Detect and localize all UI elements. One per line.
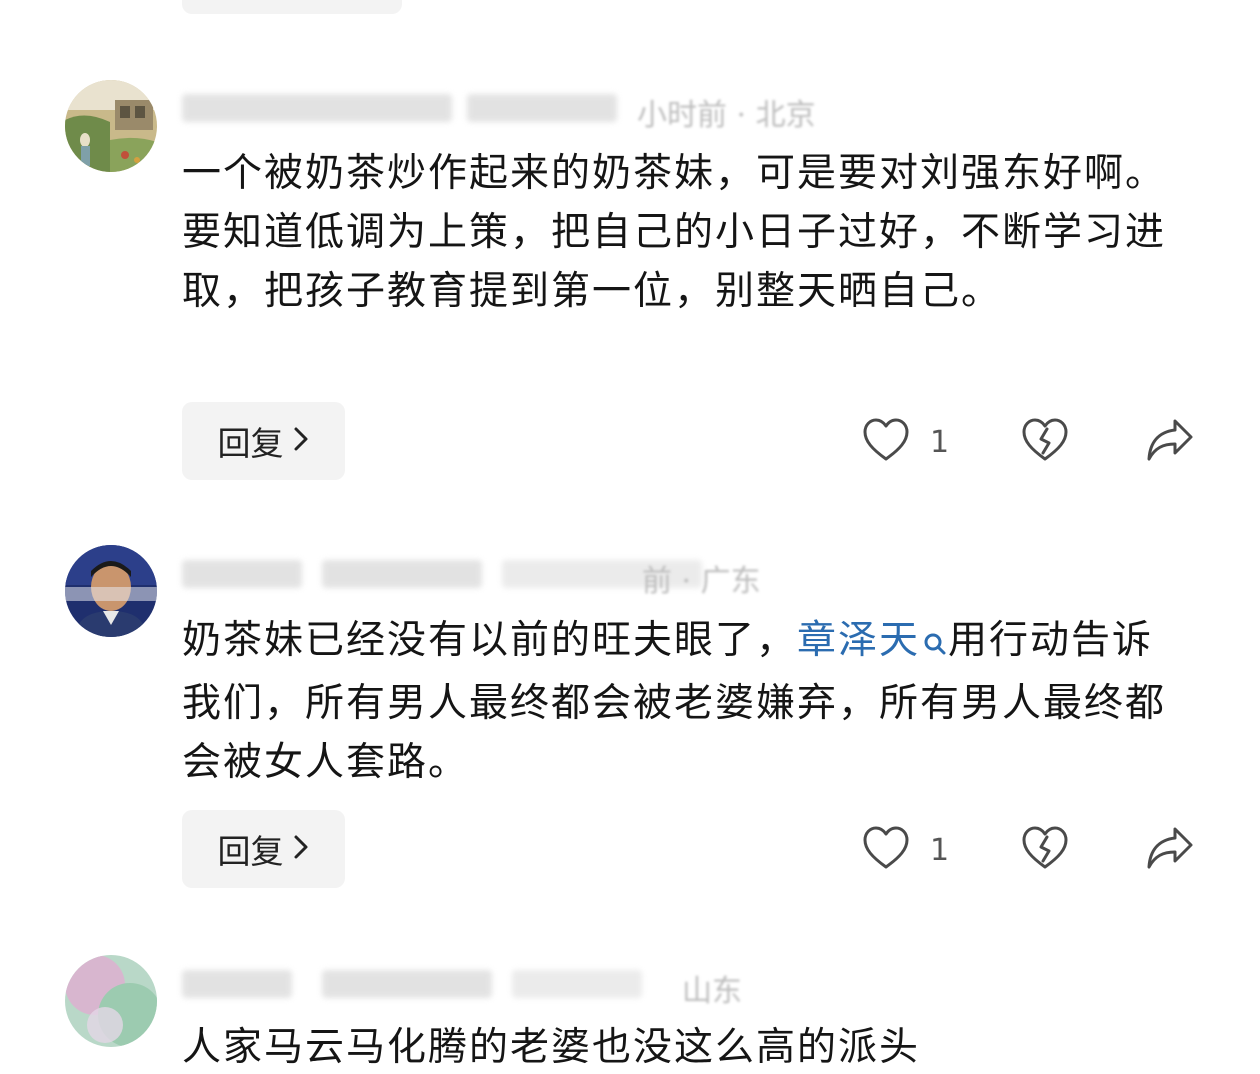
comment-text-part: 奶茶妹已经没有以前的旺夫眼了，	[182, 618, 798, 663]
watermark	[920, 1030, 990, 1066]
meta-time-location: 山东	[682, 974, 742, 1009]
chevron-right-icon	[292, 830, 310, 869]
dislike-button[interactable]	[1021, 825, 1069, 875]
reply-button[interactable]: 回复	[182, 810, 345, 888]
like-count: 1	[930, 424, 950, 460]
broken-heart-icon	[1021, 825, 1069, 875]
comment-meta: 山东 ████ ████	[182, 962, 742, 1009]
share-button[interactable]	[1145, 825, 1195, 875]
like-button[interactable]: 1	[862, 825, 949, 875]
reply-label: 回复	[217, 832, 284, 871]
previous-reply-button[interactable]	[182, 0, 402, 14]
avatar[interactable]	[65, 955, 157, 1047]
like-count: 1	[930, 832, 950, 868]
share-arrow-icon	[1145, 825, 1195, 875]
mention-label: 章泽天	[797, 618, 921, 663]
dislike-button[interactable]	[1021, 417, 1069, 467]
share-arrow-icon	[1145, 417, 1195, 467]
meta-time-location: 小时前 · 北京	[637, 98, 816, 133]
comment-text: 一个被奶茶炒作起来的奶茶妹，可是要对刘强东好啊。要知道低调为上策，把自己的小日子…	[182, 151, 1167, 314]
reply-label: 回复	[217, 424, 284, 463]
meta-time-location: 前 · 广东	[642, 564, 761, 599]
heart-icon	[862, 825, 910, 875]
mention-link[interactable]: 章泽天	[797, 618, 948, 663]
avatar[interactable]	[65, 545, 157, 637]
comment-meta: 前 · 广东 ████ ████	[182, 552, 761, 599]
comment-feed: 小时前 · 北京 █████ ████ 一个被奶茶炒作起来的奶茶妹，可是要对刘强…	[0, 0, 1260, 1074]
reply-button[interactable]: 回复	[182, 402, 345, 480]
chevron-right-icon	[292, 422, 310, 461]
comment-text: 人家马云马化腾的老婆也没这么高的派头	[182, 1025, 921, 1070]
like-button[interactable]: 1	[862, 417, 949, 467]
broken-heart-icon	[1021, 417, 1069, 467]
search-icon	[922, 615, 948, 674]
share-button[interactable]	[1145, 417, 1195, 467]
comment-meta: 小时前 · 北京 █████ ████	[182, 86, 816, 133]
heart-icon	[862, 417, 910, 467]
avatar[interactable]	[65, 80, 157, 172]
comment-text: 奶茶妹已经没有以前的旺夫眼了，章泽天 用行动告诉我们，所有男人最终都会被老婆嫌弃，…	[182, 611, 1182, 792]
